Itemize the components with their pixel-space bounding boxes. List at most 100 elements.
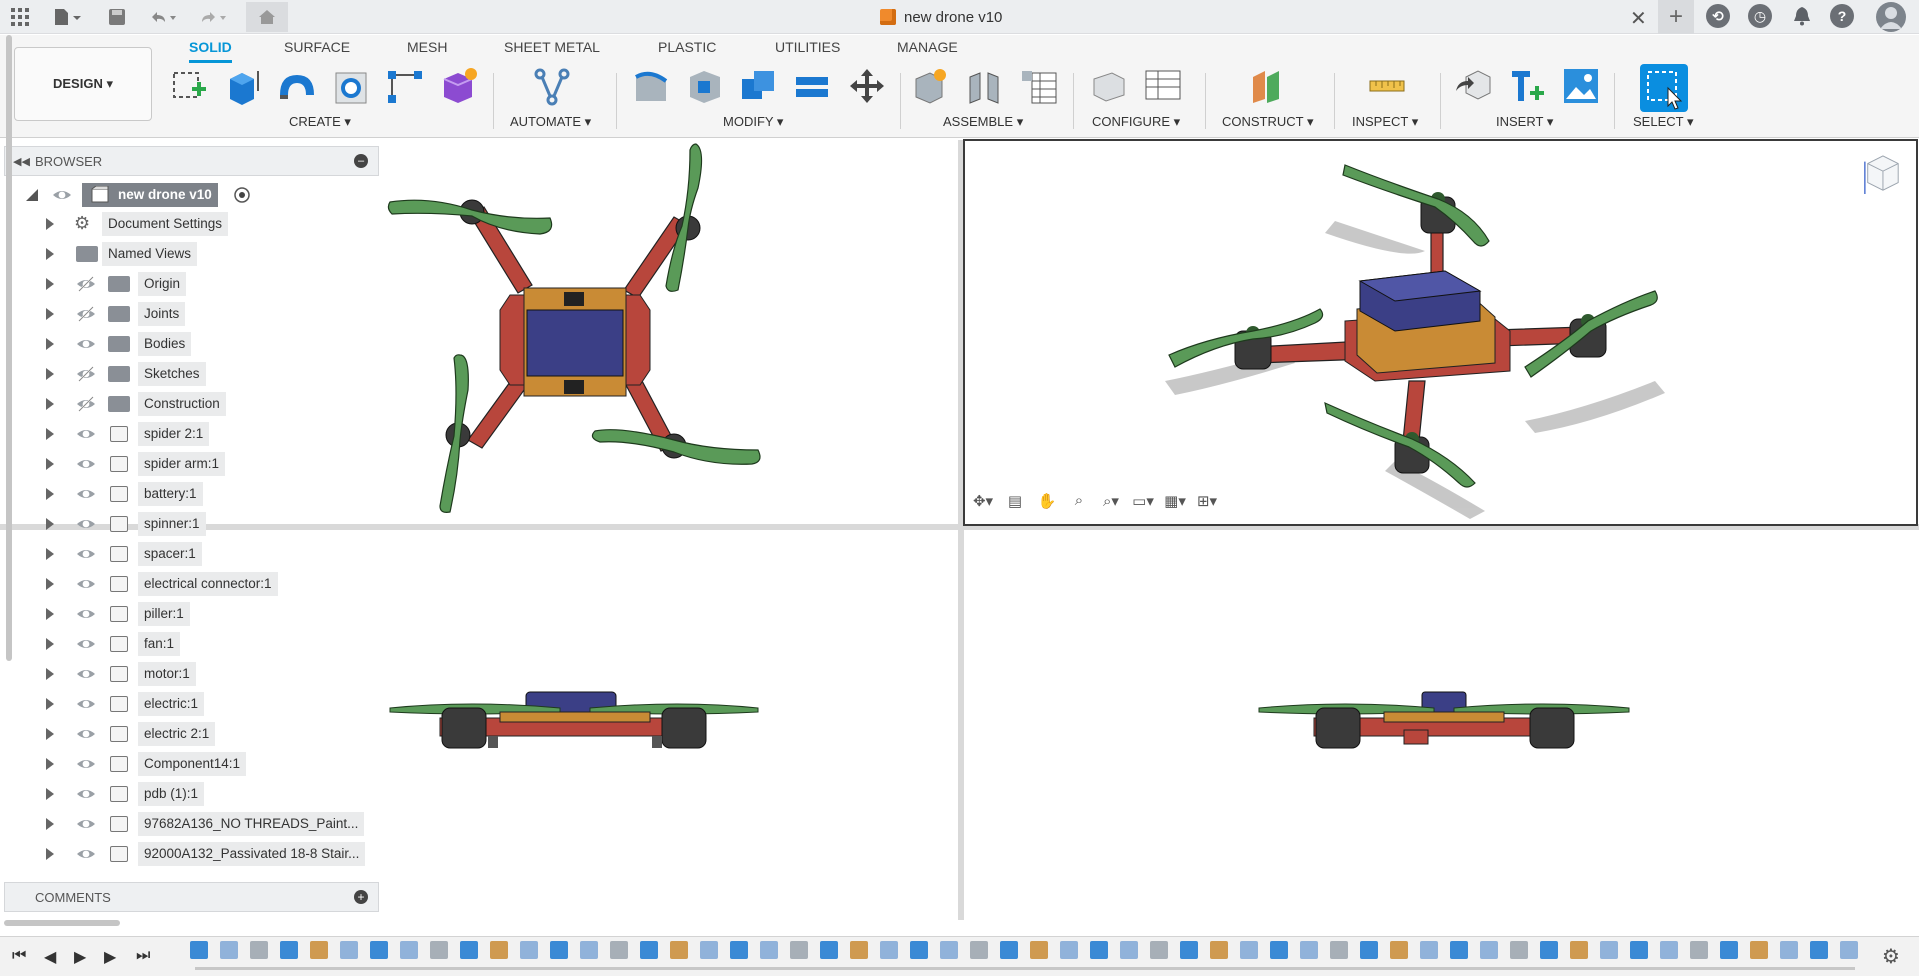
insert-mcmaster-icon[interactable] — [1506, 65, 1548, 107]
timeline-feature-icon[interactable] — [1510, 941, 1528, 959]
timeline-feature-icon[interactable] — [640, 941, 658, 959]
timeline-settings-icon[interactable]: ⚙ — [1882, 944, 1900, 969]
look-at-icon[interactable]: ▤ — [1002, 492, 1028, 514]
eye-icon[interactable] — [76, 844, 96, 864]
select-menu[interactable]: SELECT ▾ — [1633, 114, 1693, 130]
timeline-feature-icon[interactable] — [880, 941, 898, 959]
notifications-icon[interactable] — [1790, 4, 1814, 28]
eye-icon[interactable] — [76, 814, 96, 834]
workspace-switcher[interactable]: DESIGN ▾ — [14, 47, 152, 121]
timeline-feature-icon[interactable] — [1180, 941, 1198, 959]
timeline-feature-icon[interactable] — [370, 941, 388, 959]
timeline-feature-icon[interactable] — [1720, 941, 1738, 959]
expand-arrow-icon[interactable] — [46, 638, 54, 650]
tab-mesh[interactable]: MESH — [407, 39, 447, 63]
tab-sheet-metal[interactable]: SHEET METAL — [504, 39, 600, 63]
timeline-feature-icon[interactable] — [460, 941, 478, 959]
file-icon[interactable] — [50, 5, 86, 29]
tab-plastic[interactable]: PLASTIC — [658, 39, 716, 63]
expand-arrow-icon[interactable] — [46, 818, 54, 830]
timeline-feature-icon[interactable] — [1090, 941, 1108, 959]
apps-grid-icon[interactable] — [8, 5, 32, 29]
joint-icon[interactable] — [964, 65, 1006, 107]
timeline-feature-icon[interactable] — [1600, 941, 1618, 959]
eye-icon[interactable] — [76, 604, 96, 624]
expand-arrow-icon[interactable] — [46, 308, 54, 320]
timeline-feature-icon[interactable] — [400, 941, 418, 959]
eye-icon[interactable] — [76, 634, 96, 654]
assemble-menu[interactable]: ASSEMBLE ▾ — [943, 114, 1023, 130]
timeline-feature-icon[interactable] — [1210, 941, 1228, 959]
timeline-feature-icon[interactable] — [1480, 941, 1498, 959]
expand-arrow-icon[interactable] — [46, 278, 54, 290]
expand-arrow-icon[interactable] — [46, 668, 54, 680]
expand-arrow-icon[interactable] — [46, 368, 54, 380]
expand-arrow-icon[interactable] — [46, 758, 54, 770]
timeline-feature-icon[interactable] — [190, 941, 208, 959]
front-view-viewport[interactable] — [380, 530, 958, 920]
create-sketch-icon[interactable] — [168, 65, 210, 107]
browser-header[interactable]: ◀◀ BROWSER – — [4, 146, 379, 176]
eye-icon[interactable] — [76, 754, 96, 774]
expand-arrow-icon[interactable] — [46, 428, 54, 440]
timeline-feature-icon[interactable] — [1330, 941, 1348, 959]
split-body-icon[interactable] — [792, 65, 834, 107]
pattern-icon[interactable] — [384, 65, 426, 107]
eye-icon[interactable] — [76, 724, 96, 744]
expand-arrow-icon[interactable] — [46, 698, 54, 710]
expand-arrow-icon[interactable] — [46, 398, 54, 410]
close-icon[interactable]: ✕ — [1630, 6, 1647, 31]
perspective-viewport[interactable] — [963, 139, 1918, 526]
go-to-start-icon[interactable]: ⏮ — [12, 947, 26, 965]
eye-icon[interactable] — [76, 574, 96, 594]
home-icon[interactable] — [246, 2, 288, 32]
viewports-icon[interactable]: ⊞▾ — [1194, 492, 1220, 514]
play-icon[interactable]: ▶ — [74, 947, 86, 967]
timeline-feature-icon[interactable] — [1540, 941, 1558, 959]
eye-icon[interactable] — [76, 424, 96, 444]
timeline-feature-icon[interactable] — [850, 941, 868, 959]
configure-icon[interactable] — [1088, 65, 1130, 107]
user-avatar[interactable] — [1876, 2, 1906, 32]
timeline-feature-icon[interactable] — [820, 941, 838, 959]
timeline-feature-icon[interactable] — [250, 941, 268, 959]
timeline-feature-icon[interactable] — [910, 941, 928, 959]
timeline-feature-icon[interactable] — [1780, 941, 1798, 959]
create-menu[interactable]: CREATE ▾ — [289, 114, 351, 130]
eye-icon[interactable] — [76, 784, 96, 804]
eye-hidden-icon[interactable] — [76, 394, 96, 414]
eye-icon[interactable] — [76, 484, 96, 504]
select-icon[interactable] — [1640, 64, 1688, 112]
eye-icon[interactable] — [76, 454, 96, 474]
timeline-feature-icon[interactable] — [1150, 941, 1168, 959]
eye-icon[interactable] — [76, 514, 96, 534]
combine-icon[interactable] — [738, 65, 780, 107]
viewcube-icon[interactable] — [1862, 152, 1902, 196]
timeline-feature-icon[interactable] — [1660, 941, 1678, 959]
timeline-feature-icon[interactable] — [610, 941, 628, 959]
help-icon[interactable]: ? — [1830, 4, 1854, 28]
eye-icon[interactable] — [76, 694, 96, 714]
expand-arrow-icon[interactable] — [46, 608, 54, 620]
orbit-icon[interactable]: ✥▾ — [970, 492, 996, 514]
expand-arrow-icon[interactable] — [46, 788, 54, 800]
expand-arrow-icon[interactable] — [46, 848, 54, 860]
timeline-feature-icon[interactable] — [1420, 941, 1438, 959]
job-status-icon[interactable]: ◷ — [1748, 4, 1772, 28]
timeline-feature-icon[interactable] — [1840, 941, 1858, 959]
activate-component-icon[interactable] — [234, 187, 250, 203]
form-icon[interactable] — [438, 65, 480, 107]
tab-surface[interactable]: SURFACE — [284, 39, 350, 63]
new-component-icon[interactable] — [910, 65, 952, 107]
timeline-feature-icon[interactable] — [310, 941, 328, 959]
configure-menu[interactable]: CONFIGURE ▾ — [1092, 114, 1180, 130]
inspect-menu[interactable]: INSPECT ▾ — [1352, 114, 1418, 130]
timeline-feature-icon[interactable] — [1570, 941, 1588, 959]
timeline-feature-icon[interactable] — [490, 941, 508, 959]
browser-scrollbar[interactable] — [6, 35, 12, 661]
expand-arrow-icon[interactable] — [46, 728, 54, 740]
expand-arrow-icon[interactable] — [46, 458, 54, 470]
insert-menu[interactable]: INSERT ▾ — [1496, 114, 1553, 130]
tab-solid[interactable]: SOLID — [189, 39, 232, 63]
tab-manage[interactable]: MANAGE — [897, 39, 958, 63]
